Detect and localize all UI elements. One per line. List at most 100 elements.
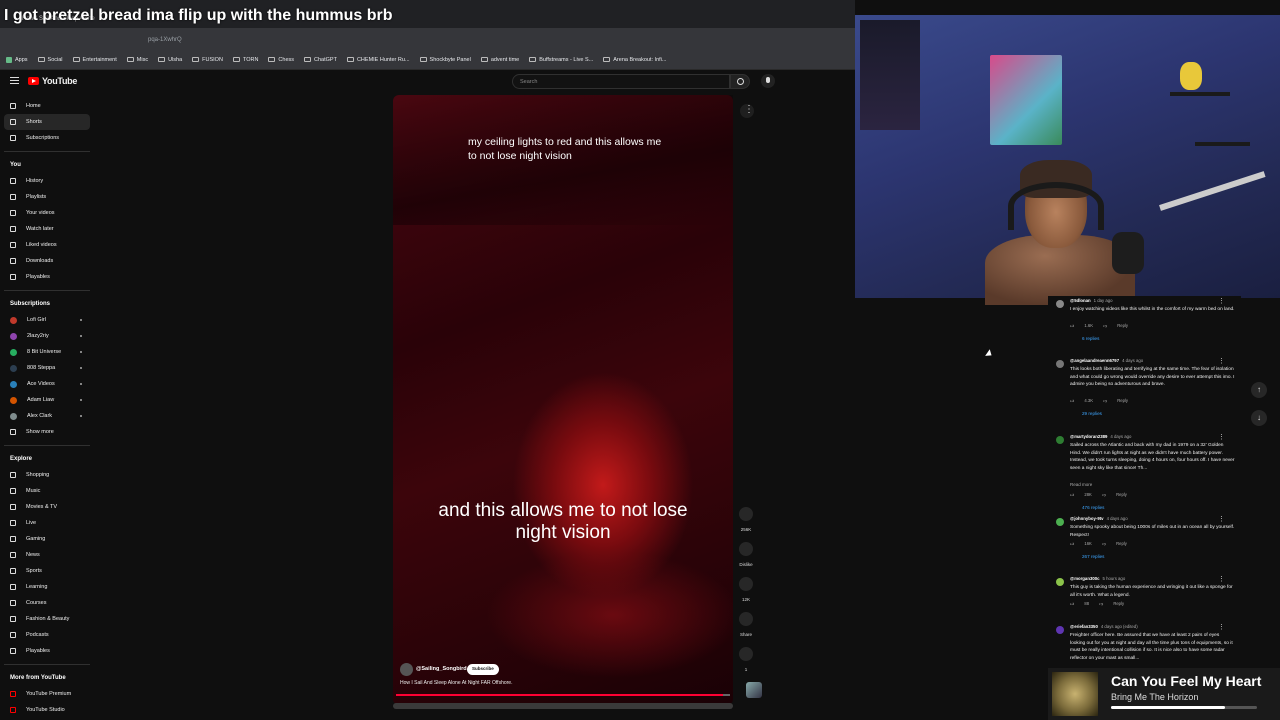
comment-author[interactable]: @johnnyboy-9tv 4 days ago (1070, 516, 1128, 521)
sidebar-item[interactable]: Subscriptions (4, 130, 90, 146)
sidebar-item[interactable]: Adam Liaw (4, 392, 90, 408)
sidebar-item[interactable]: Courses (4, 595, 90, 611)
bookmark-item[interactable]: ChatGPT (304, 57, 337, 63)
view-replies-button[interactable]: 476 replies (1082, 505, 1104, 510)
comment-author[interactable]: @martydoran2389 4 days ago (1070, 434, 1131, 439)
sidebar-section-header[interactable]: You (4, 157, 90, 173)
commenter-avatar[interactable] (1056, 578, 1064, 586)
address-bar[interactable] (0, 28, 855, 50)
comment-more-icon[interactable]: ⋮ (1218, 575, 1225, 583)
sidebar-item[interactable]: Music (4, 483, 90, 499)
bookmark-item[interactable]: Apps (6, 56, 28, 63)
channel-name[interactable]: @Sailing_Songbird (416, 666, 467, 672)
sidebar-item[interactable]: Show more (4, 424, 90, 440)
view-replies-button[interactable]: 267 replies (1082, 554, 1104, 559)
sidebar-item[interactable]: 808 Steppa (4, 360, 90, 376)
comment-username[interactable]: @angelaandreaenn6797 (1070, 358, 1119, 363)
sidebar-item[interactable]: 2lazy2riy (4, 328, 90, 344)
commenter-avatar[interactable] (1056, 518, 1064, 526)
bookmark-item[interactable]: Chess (268, 57, 294, 63)
channel-avatar[interactable] (400, 663, 413, 676)
comment-username[interactable]: @johnnyboy-9tv (1070, 516, 1104, 521)
sidebar-item[interactable]: Gaming (4, 531, 90, 547)
dislike-icon[interactable] (739, 542, 753, 556)
comment-reply-button[interactable]: Reply (1116, 541, 1127, 547)
next-video-icon[interactable]: ↓ (1251, 410, 1267, 426)
comment-username[interactable]: @martydoran2389 (1070, 434, 1107, 439)
sidebar-item[interactable]: Your videos (4, 205, 90, 221)
comment-author[interactable]: @5dlonan 1 day ago (1070, 298, 1113, 303)
bookmark-item[interactable]: Ulsha (158, 57, 182, 63)
share-icon[interactable] (739, 612, 753, 626)
search-input[interactable]: Search (512, 74, 730, 89)
sidebar-section-header[interactable]: More from YouTube (4, 670, 90, 686)
comment-more-icon[interactable]: ⋮ (1218, 623, 1225, 631)
comment-reply-button[interactable]: Reply (1117, 398, 1128, 404)
video-title[interactable]: How I Sail And Sleep Alone At Night FAR … (400, 680, 512, 686)
sidebar-item[interactable]: Movies & TV (4, 499, 90, 515)
comments-panel[interactable]: @5dlonan 1 day ago ⋮ I enjoy watching video… (1048, 296, 1241, 668)
sidebar-item[interactable]: Shorts (4, 114, 90, 130)
view-replies-button[interactable]: 29 replies (1082, 411, 1102, 416)
sound-thumbnail[interactable] (746, 682, 762, 698)
comment-dislike-icon[interactable]: 👎︎ (1103, 398, 1107, 404)
comment-more-icon[interactable]: ⋮ (1218, 357, 1225, 365)
comment-author[interactable]: @angelaandreaenn6797 4 days ago (1070, 358, 1143, 363)
sidebar-item[interactable]: Learning (4, 579, 90, 595)
sidebar-item[interactable]: Podcasts (4, 627, 90, 643)
comment-dislike-icon[interactable]: 👎︎ (1099, 601, 1103, 607)
remix-icon[interactable] (739, 647, 753, 661)
comment-dislike-icon[interactable]: 👎︎ (1102, 492, 1106, 498)
comment-like-icon[interactable]: 👍︎ (1070, 323, 1074, 329)
bookmark-item[interactable]: Social (37, 57, 63, 63)
sidebar-item[interactable]: Ace Videos (4, 376, 90, 392)
commenter-avatar[interactable] (1056, 360, 1064, 368)
sidebar-item[interactable]: Playables (4, 269, 90, 285)
bookmark-item[interactable]: TORN (232, 57, 258, 63)
sidebar-item[interactable]: Home (4, 98, 90, 114)
comment-author[interactable]: @eriefan3350 4 days ago (edited) (1070, 624, 1138, 629)
comment-like-icon[interactable]: 👍︎ (1070, 398, 1074, 404)
bookmark-item[interactable]: Buffstreams - Live S... (529, 57, 593, 63)
comment-username[interactable]: @eriefan3350 (1070, 624, 1098, 629)
commenter-avatar[interactable] (1056, 436, 1064, 444)
address-bar-url[interactable]: pqa-1XwhrQ (148, 37, 182, 43)
comment-reply-button[interactable]: Reply (1117, 323, 1128, 329)
comment-username[interactable]: @morgan300c (1070, 576, 1100, 581)
sidebar-item[interactable]: Live (4, 515, 90, 531)
hamburger-menu-icon[interactable] (10, 77, 19, 84)
bookmark-item[interactable]: Misc (126, 57, 148, 63)
comment-dislike-icon[interactable]: 👎︎ (1103, 323, 1107, 329)
comment-like-icon[interactable]: 👍︎ (1070, 541, 1074, 547)
read-more-link[interactable]: Read more (1070, 482, 1092, 487)
view-replies-button[interactable]: 6 replies (1082, 336, 1099, 341)
comment-more-icon[interactable]: ⋮ (1218, 297, 1225, 305)
sidebar-item[interactable]: 8 Bit Universe (4, 344, 90, 360)
comment-like-icon[interactable]: 👍︎ (1070, 492, 1074, 498)
bookmark-item[interactable]: Arena Breakout: Infi... (603, 57, 666, 63)
comment-author[interactable]: @morgan300c 5 hours ago (1070, 576, 1125, 581)
sidebar-item[interactable]: Downloads (4, 253, 90, 269)
search-icon[interactable] (730, 74, 750, 89)
sidebar-section-header[interactable]: Explore (4, 451, 90, 467)
commenter-avatar[interactable] (1056, 300, 1064, 308)
comment-username[interactable]: @5dlonan (1070, 298, 1091, 303)
sidebar-item[interactable]: Watch later (4, 221, 90, 237)
sidebar-item[interactable]: Liked videos (4, 237, 90, 253)
sidebar-item[interactable]: News (4, 547, 90, 563)
sidebar-item[interactable]: Shopping (4, 467, 90, 483)
more-options-icon[interactable] (740, 104, 754, 118)
comment-reply-button[interactable]: Reply (1113, 601, 1124, 607)
bookmark-item[interactable]: Entertainment (72, 57, 117, 63)
sidebar-item[interactable]: Fashion & Beauty (4, 611, 90, 627)
youtube-logo[interactable]: YouTube (28, 76, 77, 86)
sidebar-item[interactable]: Lofi Girl (4, 312, 90, 328)
comment-like-icon[interactable]: 👍︎ (1070, 601, 1074, 607)
sidebar-section-header[interactable]: Subscriptions (4, 296, 90, 312)
previous-video-icon[interactable]: ↑ (1251, 382, 1267, 398)
commenter-avatar[interactable] (1056, 626, 1064, 634)
comment-more-icon[interactable]: ⋮ (1218, 515, 1225, 523)
sidebar-item[interactable]: Playables (4, 643, 90, 659)
comment-more-icon[interactable]: ⋮ (1218, 433, 1225, 441)
sidebar-item[interactable]: Alex Clark (4, 408, 90, 424)
